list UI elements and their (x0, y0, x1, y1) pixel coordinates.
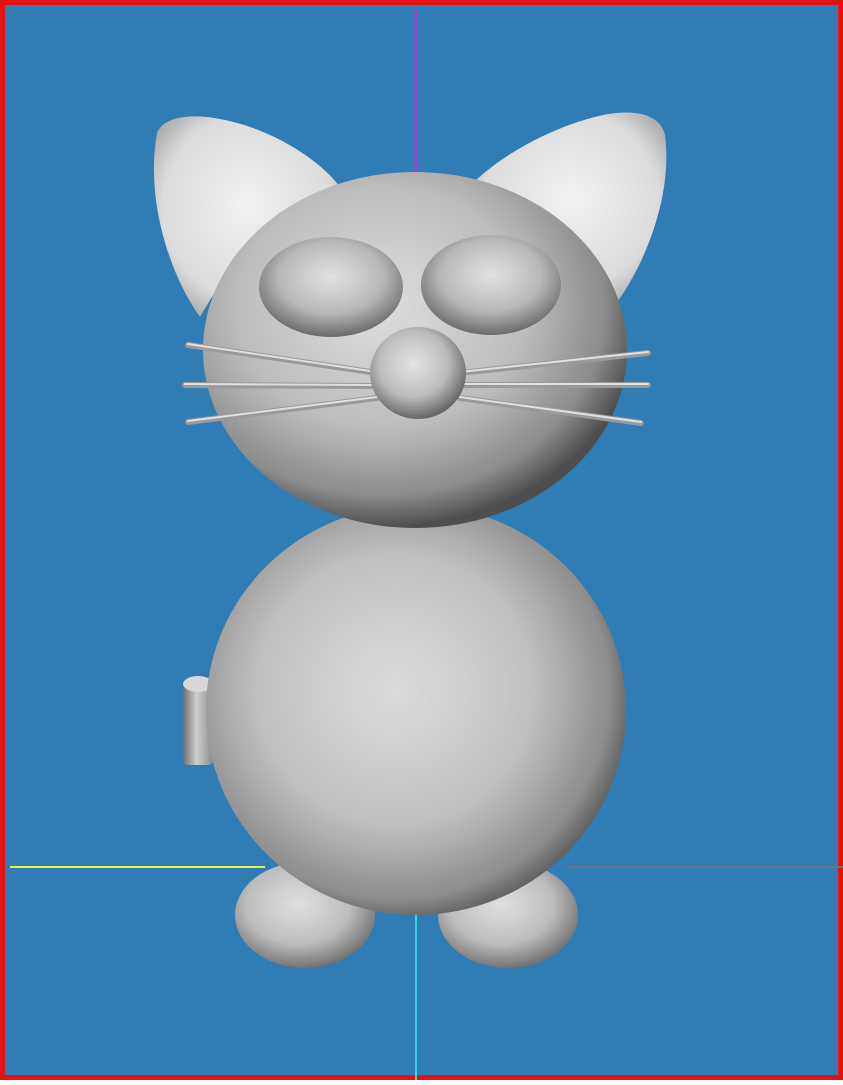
nose (370, 327, 466, 419)
eye-right (421, 235, 561, 335)
3d-viewport[interactable] (0, 0, 843, 1080)
eye-left (259, 237, 403, 337)
body (206, 505, 626, 915)
scene-canvas[interactable] (5, 5, 843, 1085)
